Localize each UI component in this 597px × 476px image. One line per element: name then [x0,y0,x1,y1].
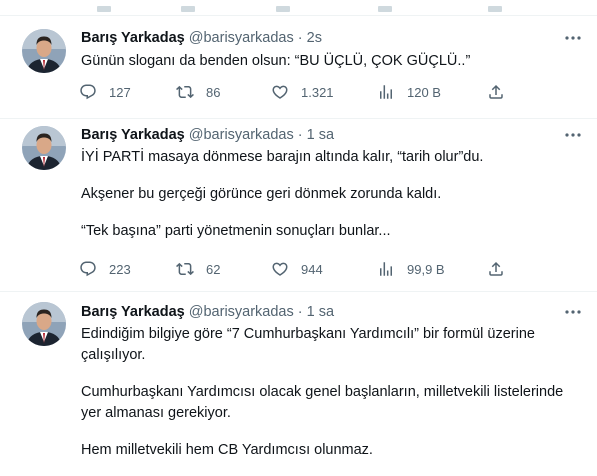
author-name[interactable]: Barış Yarkadaş [81,304,185,320]
remnant-icon [181,6,195,12]
view-count: 99,9 B [407,261,445,277]
remnant-icon [378,6,392,12]
tweet-header: Barış Yarkadaş @barisyarkadas · 1 sa [81,302,334,322]
reply-icon [80,261,96,277]
tweet-paragraph: İYİ PARTİ masaya dönmese barajın altında… [81,149,484,165]
author-handle[interactable]: @barisyarkadas [189,30,294,46]
tweet[interactable]: Barış Yarkadaş @barisyarkadas · 2s Günün… [0,16,597,119]
retweet-button[interactable]: 86 [176,82,220,102]
tweet-paragraph: Edindiğim bilgiye göre “7 Cumhurbaşkanı … [81,326,535,363]
more-dots-icon[interactable] [563,30,583,46]
remnant-icon [276,6,290,12]
tweet-header: Barış Yarkadaş @barisyarkadas · 2s [81,28,322,48]
retweet-count: 62 [206,261,221,277]
heart-icon [272,262,288,276]
author-handle[interactable]: @barisyarkadas [189,127,294,143]
views-icon [380,262,392,276]
tweet-actions: 127 86 1.321 120 B [79,82,509,102]
tweet-paragraph: “Tek başına” parti yönetmenin sonuçları … [81,223,391,239]
reply-icon [80,84,96,100]
tweet-actions: 223 62 944 99,9 B [79,259,509,279]
reply-count: 223 [109,261,131,277]
reply-count: 127 [109,84,131,100]
avatar[interactable] [22,302,66,346]
view-count: 120 B [407,84,441,100]
separator-dot: · [297,127,303,143]
avatar[interactable] [22,29,66,73]
views-button[interactable]: 120 B [377,82,441,102]
like-button[interactable]: 1.321 [271,82,334,102]
tweet[interactable]: Barış Yarkadaş @barisyarkadas · 1 sa Edi… [0,292,597,476]
like-button[interactable]: 944 [271,259,323,279]
reply-button[interactable]: 223 [79,259,131,279]
avatar[interactable] [22,126,66,170]
separator-dot: · [297,304,303,320]
author-handle[interactable]: @barisyarkadas [189,304,294,320]
like-count: 1.321 [301,84,334,100]
more-dots-icon[interactable] [563,127,583,143]
remnant-icon [97,6,111,12]
views-button[interactable]: 99,9 B [377,259,445,279]
share-icon [489,261,503,276]
reply-button[interactable]: 127 [79,82,131,102]
tweet-paragraph: Cumhurbaşkanı Yardımcısı olacak genel ba… [81,384,564,421]
timestamp[interactable]: 2s [307,30,322,46]
share-icon [489,84,503,99]
tweet[interactable]: Barış Yarkadaş @barisyarkadas · 1 sa İYİ… [0,119,597,292]
tweet-paragraph: Hem milletvekili hem CB Yardımcısı olunm… [81,442,373,458]
more-dots-icon[interactable] [563,304,583,320]
share-button[interactable] [487,259,505,279]
tweet-text: Günün sloganı da benden olsun: “BU ÜÇLÜ,… [81,51,586,72]
tweet-text: Edindiğim bilgiye göre “7 Cumhurbaşkanı … [81,324,581,461]
share-button[interactable] [487,82,505,102]
timestamp[interactable]: 1 sa [307,304,334,320]
tweet-text: İYİ PARTİ masaya dönmese barajın altında… [81,147,586,242]
views-icon [380,85,392,99]
retweet-icon [176,262,194,276]
retweet-button[interactable]: 62 [176,259,220,279]
author-name[interactable]: Barış Yarkadaş [81,127,185,143]
tweet-header: Barış Yarkadaş @barisyarkadas · 1 sa [81,125,334,145]
previous-tweet-remnant [0,0,597,16]
tweet-paragraph: Akşener bu gerçeği görünce geri dönmek z… [81,186,442,202]
separator-dot: · [297,30,303,46]
remnant-icon [488,6,502,12]
timestamp[interactable]: 1 sa [307,127,334,143]
author-name[interactable]: Barış Yarkadaş [81,30,185,46]
retweet-icon [176,85,194,99]
retweet-count: 86 [206,84,221,100]
like-count: 944 [301,261,323,277]
heart-icon [272,85,288,99]
tweet-paragraph: Günün sloganı da benden olsun: “BU ÜÇLÜ,… [81,53,471,69]
